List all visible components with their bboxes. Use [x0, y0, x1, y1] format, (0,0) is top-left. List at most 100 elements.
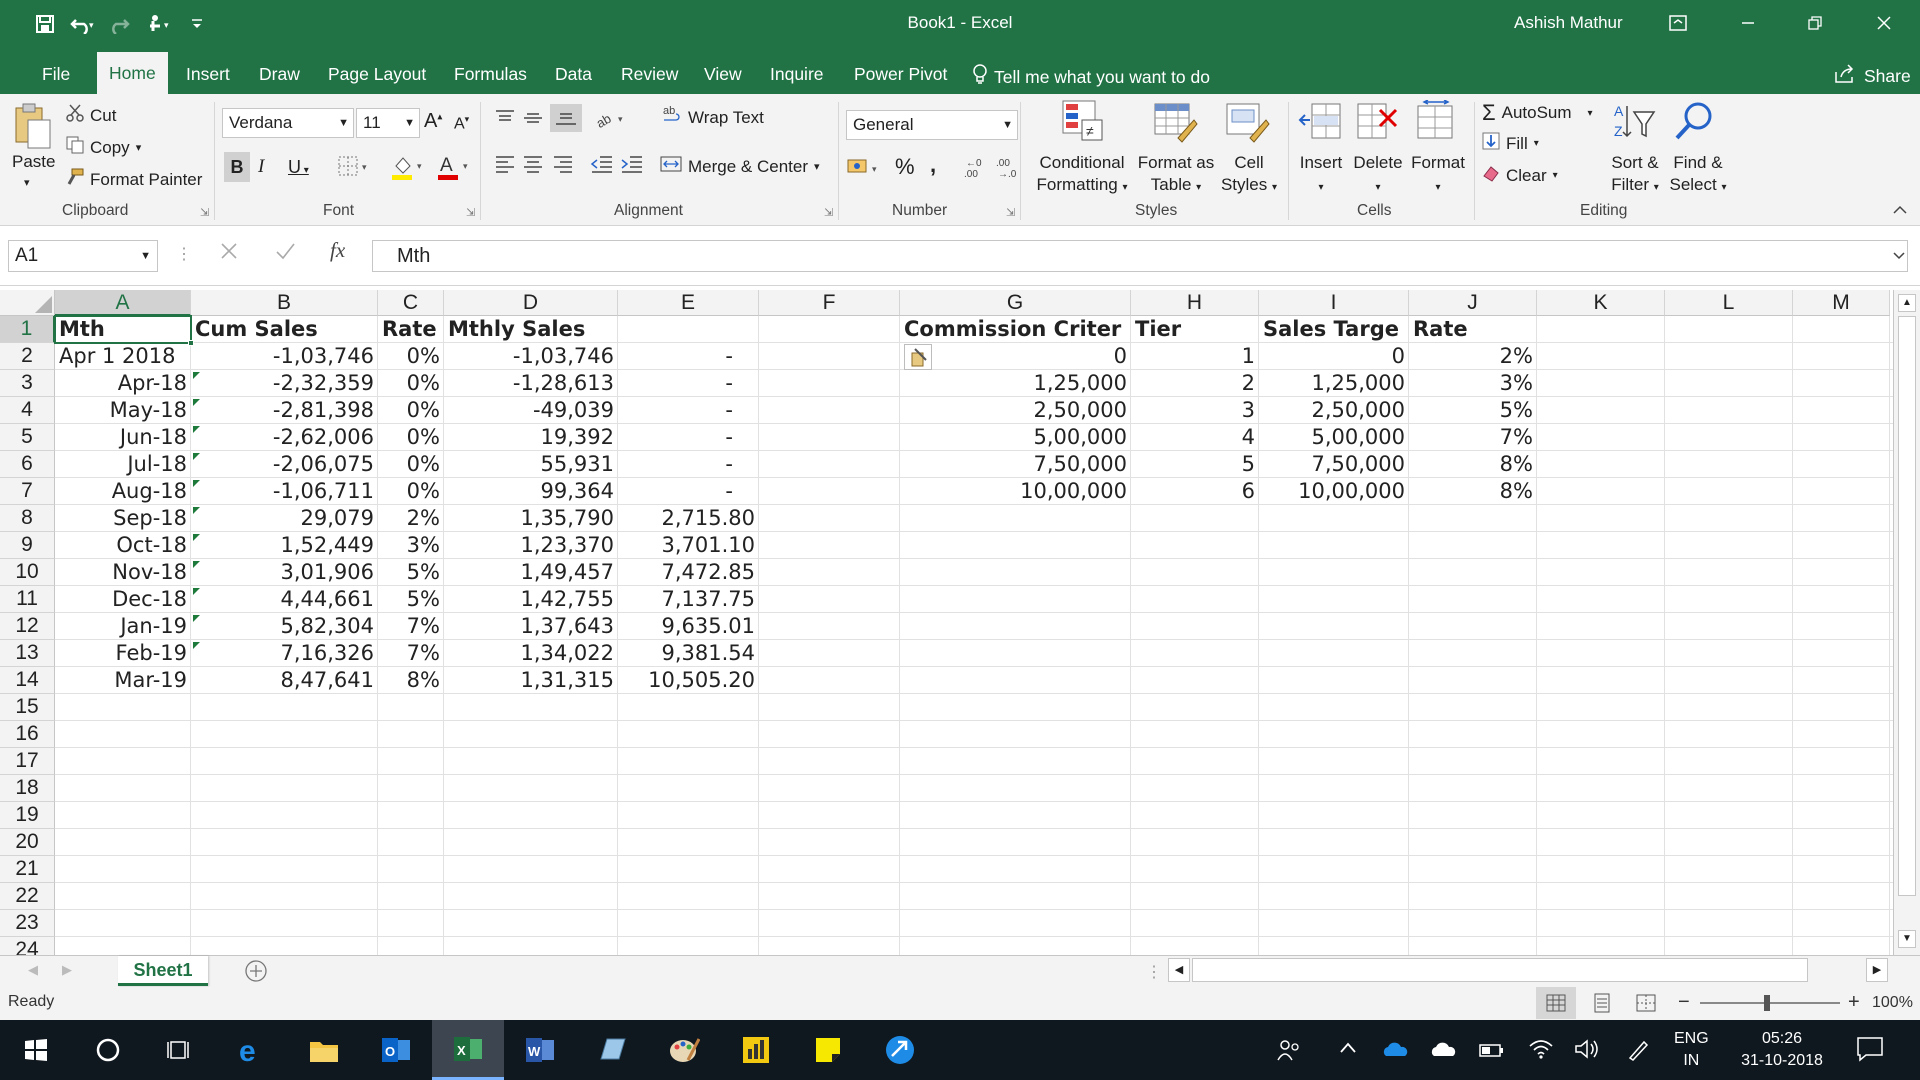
table-cell[interactable]: 1	[1131, 343, 1259, 370]
tab-draw[interactable]: Draw	[247, 56, 312, 94]
column-header-k[interactable]: K	[1537, 290, 1665, 316]
formula-input[interactable]: Mth	[372, 240, 1908, 272]
header-cell[interactable]: Rate	[378, 316, 444, 343]
column-header-g[interactable]: G	[900, 290, 1131, 316]
autosum-button[interactable]: Σ AutoSum ▾	[1482, 100, 1593, 126]
table-cell[interactable]: 1,25,000	[1259, 370, 1409, 397]
number-launcher-icon[interactable]: ⇲	[1006, 206, 1015, 219]
power-bi-icon[interactable]	[720, 1020, 792, 1080]
table-cell[interactable]: -	[618, 451, 759, 478]
expand-formula-bar-icon[interactable]	[1892, 248, 1906, 266]
table-cell[interactable]: 10,00,000	[1259, 478, 1409, 505]
table-cell[interactable]: 0%	[378, 397, 444, 424]
excel-icon[interactable]: X	[432, 1020, 504, 1080]
paste-button[interactable]: Paste	[12, 152, 55, 172]
tab-data[interactable]: Data	[543, 56, 604, 94]
row-header-7[interactable]: 7	[0, 478, 55, 505]
table-cell[interactable]: 5%	[1409, 397, 1537, 424]
pen-workspace-icon[interactable]	[1626, 1038, 1650, 1067]
percent-style-icon[interactable]: %	[895, 154, 915, 180]
vscroll-thumb[interactable]	[1898, 316, 1916, 896]
column-header-h[interactable]: H	[1131, 290, 1259, 316]
table-cell[interactable]: 5,82,304	[191, 613, 378, 640]
table-cell[interactable]: 8,47,641	[191, 667, 378, 694]
row-header-21[interactable]: 21	[0, 856, 55, 883]
table-cell[interactable]: 3,01,906	[191, 559, 378, 586]
table-cell[interactable]: 7,472.85	[618, 559, 759, 586]
table-cell[interactable]: 2%	[1409, 343, 1537, 370]
insert-cells-icon[interactable]	[1298, 100, 1342, 149]
table-cell[interactable]: 55,931	[444, 451, 618, 478]
wrap-text-button[interactable]: ab Wrap Text	[662, 104, 764, 131]
format-as-table-button[interactable]: Format as Table ▾	[1134, 152, 1218, 199]
hscroll-right-icon[interactable]: ▶	[1866, 958, 1888, 982]
tab-page-layout[interactable]: Page Layout	[316, 56, 438, 94]
notepad-icon[interactable]	[576, 1020, 648, 1080]
word-icon[interactable]: W	[504, 1020, 576, 1080]
font-name-combo[interactable]: Verdana ▼	[222, 108, 354, 138]
cell-styles-button[interactable]: Cell Styles ▾	[1214, 152, 1284, 199]
column-header-e[interactable]: E	[618, 290, 759, 316]
select-all-corner[interactable]	[0, 290, 55, 316]
row-header-10[interactable]: 10	[0, 559, 55, 586]
format-painter-button[interactable]: Format Painter	[66, 168, 202, 191]
volume-icon[interactable]	[1574, 1038, 1600, 1065]
fill-handle[interactable]	[188, 340, 194, 346]
bold-icon[interactable]: B	[224, 152, 250, 182]
column-header-l[interactable]: L	[1665, 290, 1793, 316]
table-cell[interactable]: Jun-18	[55, 424, 191, 451]
table-cell[interactable]: Aug-18	[55, 478, 191, 505]
table-cell[interactable]: -2,81,398	[191, 397, 378, 424]
new-sheet-icon[interactable]	[244, 959, 268, 988]
minimize-icon[interactable]	[1720, 0, 1776, 46]
table-cell[interactable]: 3%	[1409, 370, 1537, 397]
row-header-6[interactable]: 6	[0, 451, 55, 478]
zoom-in-icon[interactable]: +	[1848, 991, 1860, 1014]
table-cell[interactable]: Feb-19	[55, 640, 191, 667]
fill-color-icon[interactable]: ▾	[390, 152, 430, 187]
table-cell[interactable]: 2,50,000	[1259, 397, 1409, 424]
table-cell[interactable]: -1,28,613	[444, 370, 618, 397]
table-cell[interactable]: -	[618, 424, 759, 451]
table-cell[interactable]: -2,32,359	[191, 370, 378, 397]
vscroll-up-icon[interactable]: ▲	[1898, 294, 1916, 312]
paste-options-icon[interactable]	[904, 344, 932, 370]
column-header-i[interactable]: I	[1259, 290, 1409, 316]
tell-me-box[interactable]: Tell me what you want to do	[972, 64, 1210, 91]
row-header-16[interactable]: 16	[0, 721, 55, 748]
table-cell[interactable]: 7,50,000	[1259, 451, 1409, 478]
row-header-13[interactable]: 13	[0, 640, 55, 667]
conditional-formatting-icon[interactable]: ≠	[1062, 100, 1104, 147]
row-header-23[interactable]: 23	[0, 910, 55, 937]
table-cell[interactable]: 1,35,790	[444, 505, 618, 532]
sticky-notes-icon[interactable]	[792, 1020, 864, 1080]
number-format-combo[interactable]: General ▼	[846, 110, 1018, 140]
table-cell[interactable]: 8%	[1409, 451, 1537, 478]
table-cell[interactable]: 5	[1131, 451, 1259, 478]
wifi-icon[interactable]	[1528, 1038, 1554, 1065]
close-icon[interactable]	[1856, 0, 1912, 46]
row-header-22[interactable]: 22	[0, 883, 55, 910]
row-header-2[interactable]: 2	[0, 343, 55, 370]
tab-inquire[interactable]: Inquire	[758, 56, 836, 94]
hscroll-left-icon[interactable]: ◀	[1168, 958, 1190, 982]
table-cell[interactable]: 5%	[378, 586, 444, 613]
table-cell[interactable]: 6	[1131, 478, 1259, 505]
row-header-5[interactable]: 5	[0, 424, 55, 451]
table-cell[interactable]: -	[618, 343, 759, 370]
tab-insert[interactable]: Insert	[174, 56, 242, 94]
format-cells-icon[interactable]	[1414, 99, 1458, 149]
increase-decimal-icon[interactable]: ←0.00	[962, 156, 988, 185]
cut-button[interactable]: Cut	[66, 104, 116, 127]
table-cell[interactable]: 99,364	[444, 478, 618, 505]
orientation-icon[interactable]: ab ▾	[594, 108, 630, 135]
row-header-14[interactable]: 14	[0, 667, 55, 694]
font-color-icon[interactable]: A ▾	[436, 152, 476, 187]
font-size-combo[interactable]: 11 ▼	[356, 108, 420, 138]
table-cell[interactable]: -2,62,006	[191, 424, 378, 451]
table-cell[interactable]: 9,381.54	[618, 640, 759, 667]
table-cell[interactable]: 3%	[378, 532, 444, 559]
name-box[interactable]: A1 ▼	[8, 240, 158, 272]
browser-app-icon[interactable]	[864, 1020, 936, 1080]
table-cell[interactable]: 0%	[378, 343, 444, 370]
